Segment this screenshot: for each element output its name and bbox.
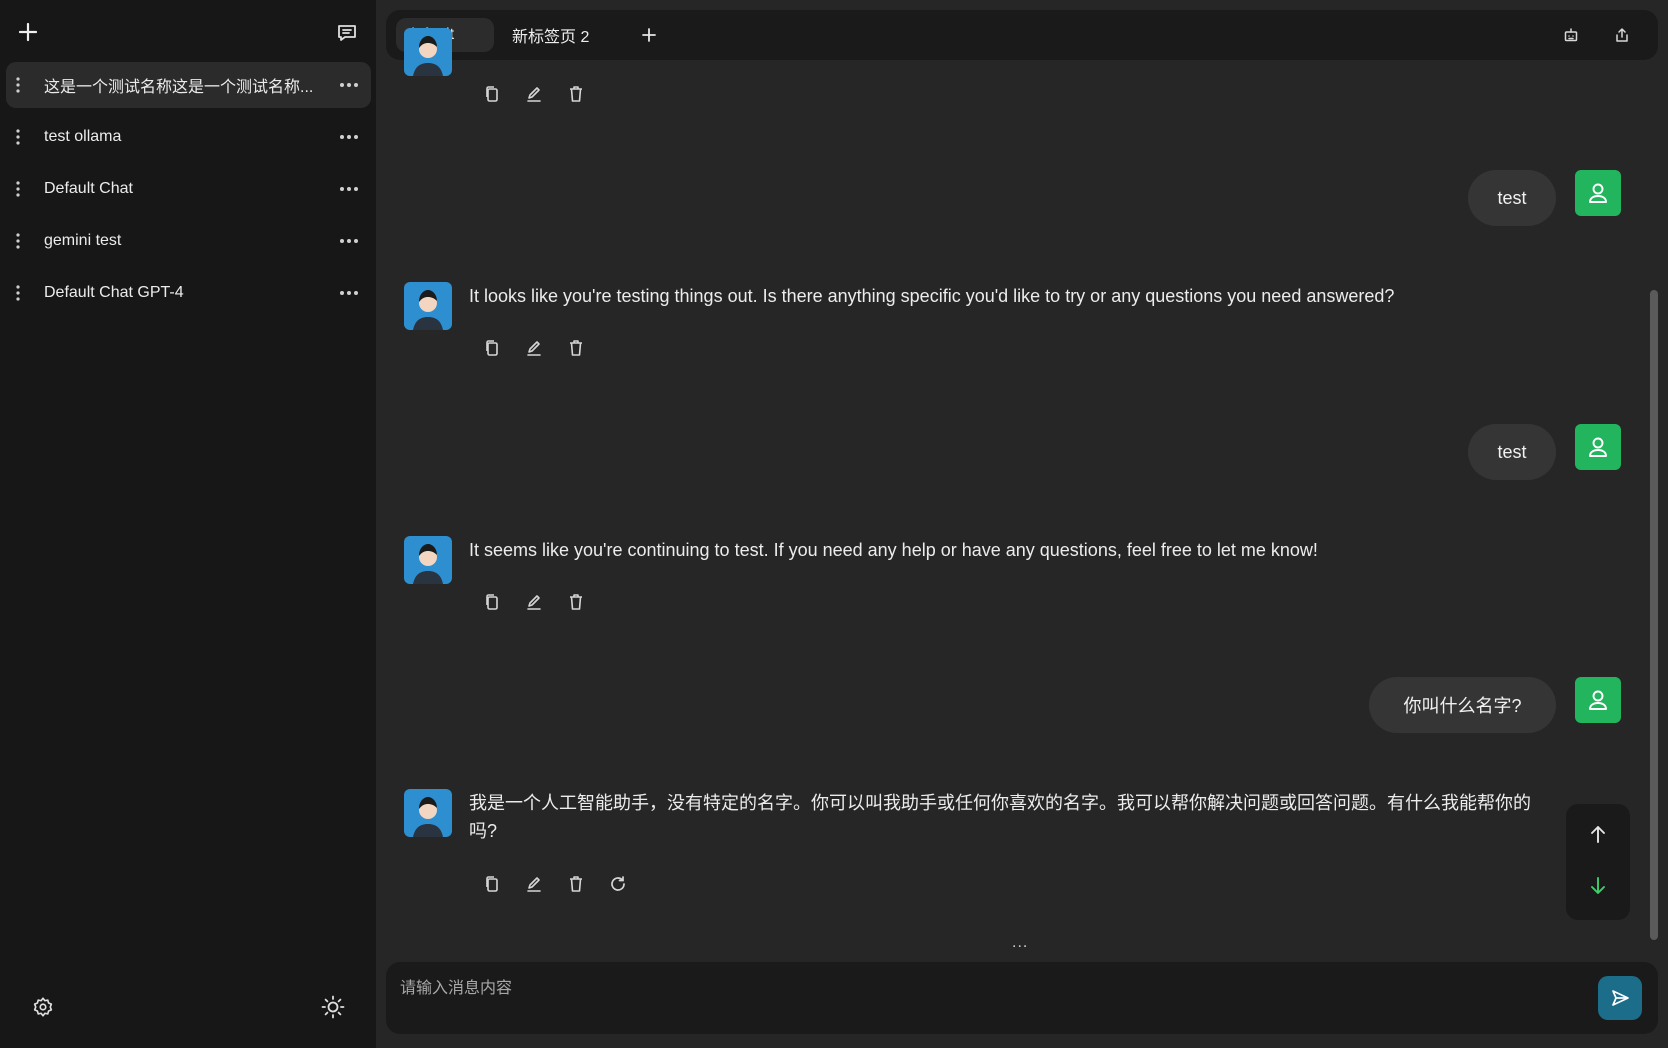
sun-icon <box>321 995 345 1019</box>
drag-handle-icon[interactable] <box>6 270 30 316</box>
new-chat-button[interactable] <box>14 18 42 46</box>
more-options-icon[interactable] <box>335 71 363 99</box>
edit-icon[interactable] <box>522 872 546 896</box>
assistant-avatar <box>404 282 452 330</box>
chat-list-item-label: 这是一个测试名称这是一个测试名称... <box>44 79 314 96</box>
copy-icon[interactable] <box>480 590 504 614</box>
drag-handle-icon[interactable] <box>6 166 30 212</box>
delete-icon[interactable] <box>564 82 588 106</box>
tab-label: 新标签页 2 <box>512 29 590 46</box>
chat-list-item[interactable]: Default Chat GPT-4 <box>6 270 371 316</box>
chat-scrollbar[interactable] <box>1650 290 1658 940</box>
chat-list-item[interactable]: 这是一个测试名称这是一个测试名称... <box>6 62 371 108</box>
message-composer <box>386 962 1658 1034</box>
drag-handle-icon[interactable] <box>6 218 30 264</box>
assistant-avatar-icon <box>404 789 452 837</box>
scroll-up-button[interactable] <box>1586 822 1610 846</box>
arrow-down-icon <box>1591 877 1605 894</box>
edit-icon[interactable] <box>522 82 546 106</box>
regenerate-icon[interactable] <box>606 872 630 896</box>
message-actions <box>480 82 588 106</box>
user-message-text: test <box>1497 187 1527 208</box>
more-options-icon[interactable] <box>335 279 363 307</box>
user-icon <box>1589 183 1607 203</box>
user-message-text: 你叫什么名字? <box>1403 696 1522 716</box>
robot-button[interactable] <box>1560 24 1582 46</box>
chat-list-item[interactable]: test ollama <box>6 114 371 160</box>
chat-list: 这是一个测试名称这是一个测试名称... test ollama Default … <box>6 62 371 322</box>
scroll-down-button[interactable] <box>1586 874 1610 898</box>
message-actions <box>480 336 588 360</box>
plus-icon <box>642 28 656 42</box>
more-options-icon[interactable] <box>335 227 363 255</box>
copy-icon[interactable] <box>480 336 504 360</box>
user-avatar <box>1575 170 1621 216</box>
message-actions <box>480 590 588 614</box>
assistant-message-text: It looks like you're testing things out.… <box>469 286 1395 306</box>
settings-button[interactable] <box>30 994 56 1020</box>
message-actions <box>480 872 630 896</box>
delete-icon[interactable] <box>564 872 588 896</box>
share-icon <box>1616 28 1628 42</box>
plus-icon <box>18 22 38 42</box>
assistant-avatar <box>404 789 452 837</box>
more-options-icon[interactable] <box>335 175 363 203</box>
sidebar-header <box>0 0 376 62</box>
message-icon <box>338 25 356 41</box>
user-avatar <box>1575 424 1621 470</box>
theme-toggle-button[interactable] <box>318 992 348 1022</box>
share-button[interactable] <box>1611 24 1633 46</box>
user-message-bubble: test <box>1468 170 1556 226</box>
user-message-bubble: test <box>1468 424 1556 480</box>
gear-icon <box>33 997 53 1017</box>
send-button[interactable] <box>1598 976 1642 1020</box>
more-options-icon[interactable] <box>335 123 363 151</box>
sidebar: 这是一个测试名称这是一个测试名称... test ollama Default … <box>0 0 376 1048</box>
assistant-avatar <box>404 28 452 76</box>
delete-icon[interactable] <box>564 336 588 360</box>
user-icon <box>1589 690 1607 710</box>
assistant-avatar <box>404 536 452 584</box>
chat-list-item-label: gemini test <box>44 232 122 249</box>
edit-icon[interactable] <box>522 336 546 360</box>
arrow-up-icon <box>1591 826 1605 843</box>
assistant-message-text: It seems like you're continuing to test.… <box>469 540 1318 560</box>
chat-list-item[interactable]: gemini test <box>6 218 371 264</box>
chat-list-item-label: Default Chat GPT-4 <box>44 284 184 301</box>
chat-list-item-label: Default Chat <box>44 180 133 197</box>
drag-handle-icon[interactable] <box>6 62 30 108</box>
robot-icon <box>1564 28 1578 42</box>
message-input[interactable] <box>398 972 1548 1022</box>
typing-indicator: ... <box>1012 934 1029 951</box>
chat-list-item-label: test ollama <box>44 128 122 145</box>
user-message-text: test <box>1497 441 1527 462</box>
drag-handle-icon[interactable] <box>6 114 30 160</box>
user-avatar <box>1575 677 1621 723</box>
send-icon <box>1612 990 1629 1006</box>
chat-list-item[interactable]: Default Chat <box>6 166 371 212</box>
assistant-avatar-icon <box>404 282 452 330</box>
assistant-avatar-icon <box>404 28 452 76</box>
tab-bar: default 新标签页 2 <box>386 10 1658 60</box>
assistant-avatar-icon <box>404 536 452 584</box>
user-icon <box>1589 437 1607 457</box>
delete-icon[interactable] <box>564 590 588 614</box>
copy-icon[interactable] <box>480 872 504 896</box>
add-tab-button[interactable] <box>636 22 662 48</box>
assistant-message-text: 我是一个人工智能助手，没有特定的名字。你可以叫我助手或任何你喜欢的名字。我可以帮… <box>469 793 1531 841</box>
scroll-controls <box>1566 804 1630 920</box>
user-message-bubble: 你叫什么名字? <box>1369 677 1556 733</box>
edit-icon[interactable] <box>522 590 546 614</box>
tab-new-2[interactable]: 新标签页 2 <box>502 18 612 52</box>
chat-list-button[interactable] <box>334 20 360 46</box>
copy-icon[interactable] <box>480 82 504 106</box>
